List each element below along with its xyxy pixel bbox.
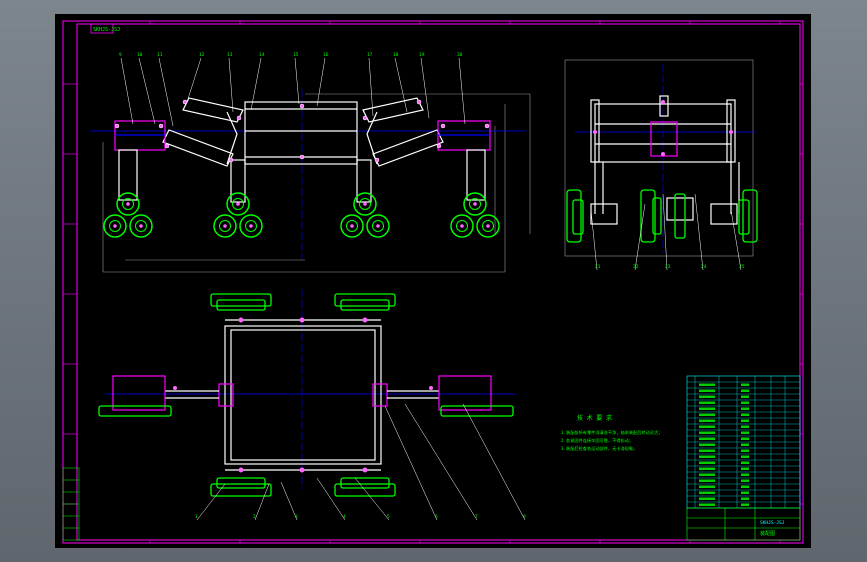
side-top-pin	[659, 95, 669, 117]
front-balloon: 13	[227, 52, 233, 58]
outer-border	[62, 20, 804, 544]
front-balloon: 17	[367, 52, 373, 58]
side-balloon: 22	[633, 264, 639, 270]
plan-balloon: 4	[343, 514, 346, 520]
front-balloon: 10	[137, 52, 143, 58]
front-view	[90, 89, 531, 273]
front-balloon: 20	[457, 52, 463, 58]
plan-left-block	[112, 375, 166, 411]
plan-balloon: 5	[387, 514, 390, 520]
corner-label: SKHJS-JSJ	[93, 27, 120, 33]
plan-balloon: 7	[475, 514, 478, 520]
front-balloon: 11	[157, 52, 163, 58]
tech-note-line: 1.装配前所有零件须清洗干净，轴承装配后转动灵活；	[561, 429, 662, 436]
plan-balloon: 2	[253, 514, 256, 520]
wheel-clusters	[103, 192, 500, 238]
side-balloon: 24	[701, 264, 707, 270]
plan-frame	[224, 325, 382, 465]
left-upper-link	[182, 97, 244, 123]
assembly-drawing: SKHJS-JSJ 技 术 要 求 1.装配前所有零件须清洗干净，轴承装配后转动…	[62, 20, 804, 544]
side-center-motor	[666, 197, 694, 221]
side-right-motor	[710, 203, 738, 225]
front-balloon: 18	[393, 52, 399, 58]
front-balloon: 12	[199, 52, 205, 58]
central-body	[244, 101, 358, 165]
side-balloon: 23	[665, 264, 671, 270]
plan-balloon: 6	[435, 514, 438, 520]
tech-note-line: 3.装配后检查各运动部件，无卡滞现象。	[561, 445, 637, 452]
tech-note-line: 2.各紧固件连接牢固可靠，不得松动；	[561, 437, 633, 444]
side-balloon: 25	[739, 264, 745, 270]
front-balloon: 15	[293, 52, 299, 58]
parts-list	[686, 375, 801, 509]
drawing-name: 装配图	[760, 530, 775, 537]
plan-wheels	[98, 293, 514, 497]
front-balloon: 16	[323, 52, 329, 58]
side-dimension-frame	[564, 59, 754, 257]
zone-markers	[63, 21, 803, 543]
drawing-number: SKHJS-JSJ	[760, 520, 785, 526]
front-balloon: 14	[259, 52, 265, 58]
right-lower-link	[372, 129, 444, 167]
technical-notes: 技 术 要 求 1.装配前所有零件须清洗干净，轴承装配后转动灵活； 2.各紧固件…	[561, 414, 662, 452]
plan-balloon: 1	[195, 514, 198, 520]
side-view	[564, 59, 758, 257]
right-center-leg	[356, 159, 372, 203]
side-hub	[650, 121, 678, 157]
side-balloon: 21	[595, 264, 601, 270]
front-balloon: 9	[119, 52, 122, 58]
left-center-leg	[230, 159, 246, 203]
front-balloon: 19	[419, 52, 425, 58]
tech-notes-heading: 技 术 要 求	[577, 414, 612, 422]
drawing-sheet: SKHJS-JSJ 技 术 要 求 1.装配前所有零件须清洗干净，轴承装配后转动…	[55, 14, 811, 548]
plan-right-block	[438, 375, 492, 411]
plan-balloon: 8	[523, 514, 526, 520]
left-lower-link	[162, 129, 234, 167]
plan-balloon: 3	[295, 514, 298, 520]
plan-view	[98, 289, 515, 497]
